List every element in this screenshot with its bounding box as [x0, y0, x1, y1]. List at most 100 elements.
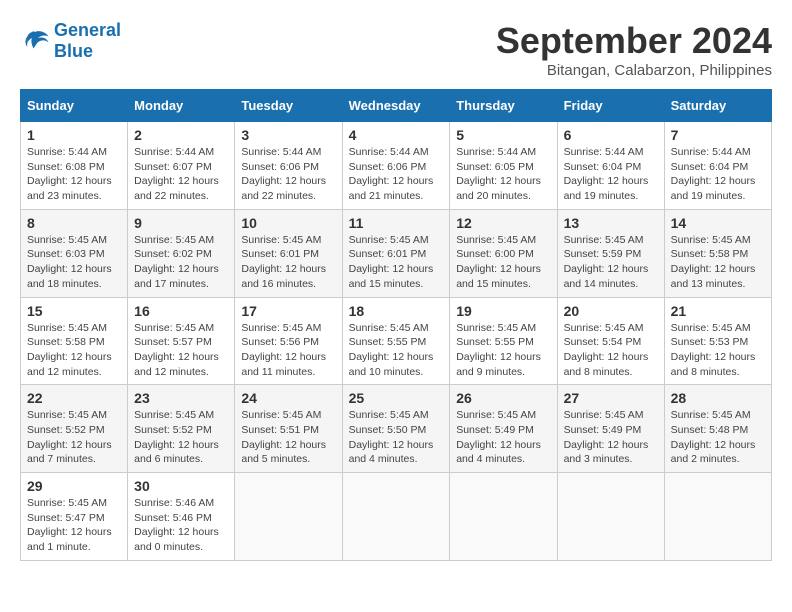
day-number: 11	[349, 215, 444, 231]
sunrise-label: Sunrise: 5:45 AM	[456, 322, 536, 334]
calendar-day-cell: 12 Sunrise: 5:45 AM Sunset: 6:00 PM Dayl…	[450, 209, 557, 297]
day-info: Sunrise: 5:45 AM Sunset: 5:49 PM Dayligh…	[456, 408, 550, 467]
day-info: Sunrise: 5:45 AM Sunset: 5:57 PM Dayligh…	[134, 321, 228, 380]
sunset-label: Sunset: 5:49 PM	[456, 424, 534, 436]
weekday-header-cell: Friday	[557, 90, 664, 122]
calendar-day-cell: 24 Sunrise: 5:45 AM Sunset: 5:51 PM Dayl…	[235, 385, 342, 473]
sunrise-label: Sunrise: 5:46 AM	[134, 497, 214, 509]
calendar-day-cell: 14 Sunrise: 5:45 AM Sunset: 5:58 PM Dayl…	[664, 209, 771, 297]
calendar-week-row: 15 Sunrise: 5:45 AM Sunset: 5:58 PM Dayl…	[21, 297, 772, 385]
day-info: Sunrise: 5:45 AM Sunset: 5:55 PM Dayligh…	[349, 321, 444, 380]
calendar-day-cell: 10 Sunrise: 5:45 AM Sunset: 6:01 PM Dayl…	[235, 209, 342, 297]
calendar-day-cell: 25 Sunrise: 5:45 AM Sunset: 5:50 PM Dayl…	[342, 385, 450, 473]
day-number: 7	[671, 127, 765, 143]
header: General Blue September 2024 Bitangan, Ca…	[20, 20, 772, 79]
day-info: Sunrise: 5:46 AM Sunset: 5:46 PM Dayligh…	[134, 496, 228, 555]
day-number: 17	[241, 303, 335, 319]
daylight-label: Daylight: 12 hours and 6 minutes.	[134, 439, 219, 466]
sunrise-label: Sunrise: 5:45 AM	[671, 409, 751, 421]
daylight-label: Daylight: 12 hours and 3 minutes.	[564, 439, 649, 466]
sunset-label: Sunset: 5:53 PM	[671, 336, 749, 348]
sunrise-label: Sunrise: 5:45 AM	[456, 234, 536, 246]
calendar-day-cell: 3 Sunrise: 5:44 AM Sunset: 6:06 PM Dayli…	[235, 122, 342, 210]
calendar-day-cell: 8 Sunrise: 5:45 AM Sunset: 6:03 PM Dayli…	[21, 209, 128, 297]
weekday-header-cell: Monday	[128, 90, 235, 122]
day-info: Sunrise: 5:45 AM Sunset: 6:01 PM Dayligh…	[349, 233, 444, 292]
sunset-label: Sunset: 6:04 PM	[564, 161, 642, 173]
daylight-label: Daylight: 12 hours and 2 minutes.	[671, 439, 756, 466]
calendar-day-cell: 11 Sunrise: 5:45 AM Sunset: 6:01 PM Dayl…	[342, 209, 450, 297]
calendar-day-cell: 18 Sunrise: 5:45 AM Sunset: 5:55 PM Dayl…	[342, 297, 450, 385]
day-info: Sunrise: 5:44 AM Sunset: 6:05 PM Dayligh…	[456, 145, 550, 204]
calendar-day-cell: 19 Sunrise: 5:45 AM Sunset: 5:55 PM Dayl…	[450, 297, 557, 385]
sunrise-label: Sunrise: 5:45 AM	[671, 234, 751, 246]
day-number: 25	[349, 390, 444, 406]
calendar-day-cell: 9 Sunrise: 5:45 AM Sunset: 6:02 PM Dayli…	[128, 209, 235, 297]
day-info: Sunrise: 5:45 AM Sunset: 5:54 PM Dayligh…	[564, 321, 658, 380]
calendar-day-cell: 2 Sunrise: 5:44 AM Sunset: 6:07 PM Dayli…	[128, 122, 235, 210]
day-info: Sunrise: 5:45 AM Sunset: 5:49 PM Dayligh…	[564, 408, 658, 467]
day-number: 8	[27, 215, 121, 231]
sunrise-label: Sunrise: 5:45 AM	[349, 409, 429, 421]
sunset-label: Sunset: 5:59 PM	[564, 248, 642, 260]
calendar-day-cell: 23 Sunrise: 5:45 AM Sunset: 5:52 PM Dayl…	[128, 385, 235, 473]
sunset-label: Sunset: 5:48 PM	[671, 424, 749, 436]
sunset-label: Sunset: 5:52 PM	[134, 424, 212, 436]
calendar-day-cell: 17 Sunrise: 5:45 AM Sunset: 5:56 PM Dayl…	[235, 297, 342, 385]
day-info: Sunrise: 5:45 AM Sunset: 5:53 PM Dayligh…	[671, 321, 765, 380]
calendar-week-row: 8 Sunrise: 5:45 AM Sunset: 6:03 PM Dayli…	[21, 209, 772, 297]
day-number: 4	[349, 127, 444, 143]
calendar-day-cell: 27 Sunrise: 5:45 AM Sunset: 5:49 PM Dayl…	[557, 385, 664, 473]
sunrise-label: Sunrise: 5:45 AM	[456, 409, 536, 421]
day-info: Sunrise: 5:45 AM Sunset: 5:59 PM Dayligh…	[564, 233, 658, 292]
daylight-label: Daylight: 12 hours and 11 minutes.	[241, 351, 326, 378]
calendar-day-cell	[235, 473, 342, 561]
day-number: 26	[456, 390, 550, 406]
day-info: Sunrise: 5:45 AM Sunset: 5:56 PM Dayligh…	[241, 321, 335, 380]
sunset-label: Sunset: 6:05 PM	[456, 161, 534, 173]
logo-icon	[20, 26, 50, 56]
daylight-label: Daylight: 12 hours and 18 minutes.	[27, 263, 112, 290]
day-number: 14	[671, 215, 765, 231]
sunrise-label: Sunrise: 5:44 AM	[134, 146, 214, 158]
sunrise-label: Sunrise: 5:45 AM	[134, 409, 214, 421]
daylight-label: Daylight: 12 hours and 4 minutes.	[349, 439, 434, 466]
sunset-label: Sunset: 6:08 PM	[27, 161, 105, 173]
sunset-label: Sunset: 5:56 PM	[241, 336, 319, 348]
month-title: September 2024	[496, 20, 772, 62]
day-number: 30	[134, 478, 228, 494]
day-info: Sunrise: 5:44 AM Sunset: 6:04 PM Dayligh…	[671, 145, 765, 204]
sunrise-label: Sunrise: 5:45 AM	[671, 322, 751, 334]
sunrise-label: Sunrise: 5:45 AM	[564, 409, 644, 421]
calendar-day-cell: 16 Sunrise: 5:45 AM Sunset: 5:57 PM Dayl…	[128, 297, 235, 385]
daylight-label: Daylight: 12 hours and 22 minutes.	[241, 175, 326, 202]
day-number: 24	[241, 390, 335, 406]
day-info: Sunrise: 5:44 AM Sunset: 6:08 PM Dayligh…	[27, 145, 121, 204]
calendar-day-cell: 7 Sunrise: 5:44 AM Sunset: 6:04 PM Dayli…	[664, 122, 771, 210]
sunrise-label: Sunrise: 5:44 AM	[564, 146, 644, 158]
sunset-label: Sunset: 6:01 PM	[349, 248, 427, 260]
sunset-label: Sunset: 6:01 PM	[241, 248, 319, 260]
daylight-label: Daylight: 12 hours and 1 minute.	[27, 526, 112, 553]
day-info: Sunrise: 5:45 AM Sunset: 5:58 PM Dayligh…	[671, 233, 765, 292]
sunrise-label: Sunrise: 5:44 AM	[349, 146, 429, 158]
calendar-day-cell	[450, 473, 557, 561]
calendar-day-cell	[557, 473, 664, 561]
day-number: 13	[564, 215, 658, 231]
sunrise-label: Sunrise: 5:45 AM	[241, 234, 321, 246]
day-info: Sunrise: 5:45 AM Sunset: 6:02 PM Dayligh…	[134, 233, 228, 292]
calendar-day-cell: 22 Sunrise: 5:45 AM Sunset: 5:52 PM Dayl…	[21, 385, 128, 473]
daylight-label: Daylight: 12 hours and 0 minutes.	[134, 526, 219, 553]
day-info: Sunrise: 5:45 AM Sunset: 5:58 PM Dayligh…	[27, 321, 121, 380]
sunrise-label: Sunrise: 5:45 AM	[564, 234, 644, 246]
weekday-header-cell: Thursday	[450, 90, 557, 122]
calendar-day-cell: 4 Sunrise: 5:44 AM Sunset: 6:06 PM Dayli…	[342, 122, 450, 210]
day-info: Sunrise: 5:45 AM Sunset: 5:50 PM Dayligh…	[349, 408, 444, 467]
weekday-header-row: SundayMondayTuesdayWednesdayThursdayFrid…	[21, 90, 772, 122]
sunrise-label: Sunrise: 5:45 AM	[349, 322, 429, 334]
day-info: Sunrise: 5:45 AM Sunset: 5:55 PM Dayligh…	[456, 321, 550, 380]
sunrise-label: Sunrise: 5:45 AM	[27, 322, 107, 334]
daylight-label: Daylight: 12 hours and 9 minutes.	[456, 351, 541, 378]
day-number: 12	[456, 215, 550, 231]
sunset-label: Sunset: 5:57 PM	[134, 336, 212, 348]
